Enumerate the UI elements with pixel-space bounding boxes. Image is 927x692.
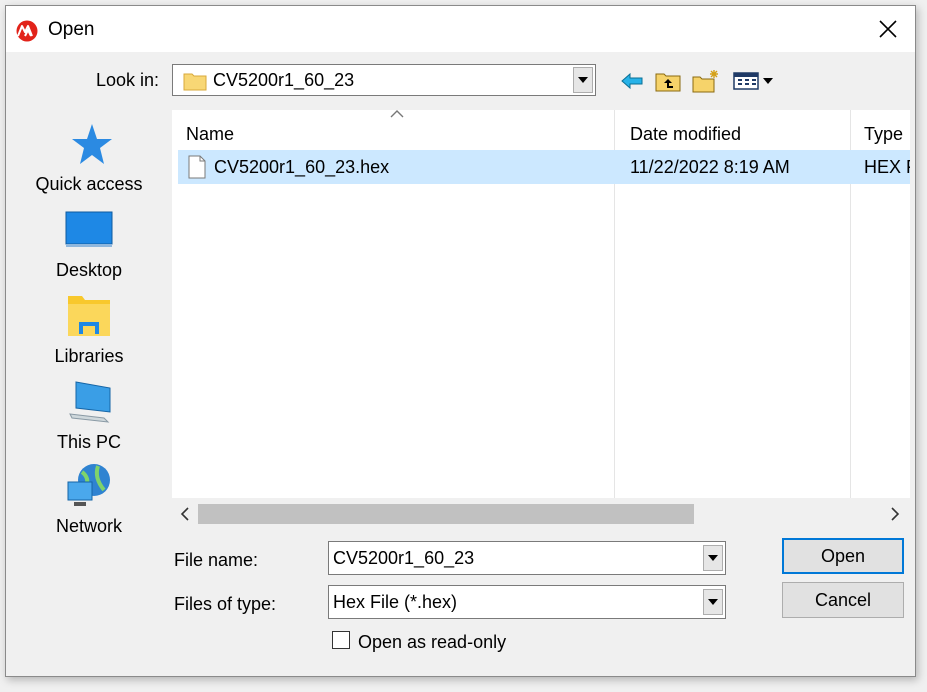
place-desktop[interactable]: Desktop <box>34 206 144 281</box>
scroll-left-icon[interactable] <box>178 506 192 522</box>
place-label: Quick access <box>35 174 143 194</box>
place-this-pc[interactable]: This PC <box>34 378 144 453</box>
up-folder-icon <box>655 73 681 92</box>
file-type-value: Hex File (*.hex) <box>333 592 458 612</box>
close-button[interactable] <box>869 12 907 46</box>
computer-icon <box>69 381 111 423</box>
column-header-name[interactable]: Name <box>178 110 614 152</box>
open-dialog: Open Look in: CV5200r1_60_23 Quick acces… <box>5 5 916 677</box>
column-header-type[interactable]: Type <box>856 110 910 152</box>
type-cell: HEX F <box>864 157 910 177</box>
cancel-button[interactable]: Cancel <box>782 582 904 618</box>
folder-icon <box>183 73 207 91</box>
up-one-level-button[interactable] <box>654 68 682 94</box>
files-of-type-label: Files of type: <box>174 594 277 614</box>
file-name-value: CV5200r1_60_23 <box>333 548 475 568</box>
new-folder-icon <box>692 70 718 93</box>
network-icon <box>67 464 110 506</box>
microchip-logo-icon <box>16 20 38 42</box>
horizontal-scrollbar[interactable] <box>172 498 910 530</box>
read-only-checkbox[interactable] <box>332 631 350 649</box>
look-in-label: Look in: <box>96 70 160 90</box>
scrollbar-thumb[interactable] <box>198 504 694 524</box>
read-only-label[interactable]: Open as read-only <box>358 632 506 653</box>
back-arrow-icon <box>621 72 643 90</box>
new-folder-button[interactable] <box>692 68 720 94</box>
place-label: Network <box>55 516 122 536</box>
desktop-icon <box>65 211 113 247</box>
file-name-input[interactable]: CV5200r1_60_23 <box>328 541 726 575</box>
title-bar: Open <box>6 6 915 52</box>
open-button[interactable]: Open <box>782 538 904 574</box>
places-bar: Quick access Desktop Libraries This PC N… <box>34 110 144 540</box>
scroll-right-icon[interactable] <box>888 506 902 522</box>
file-list[interactable]: Name Date modified Type CV5200r1_60_23.h… <box>172 110 910 530</box>
place-libraries[interactable]: Libraries <box>34 292 144 367</box>
chevron-down-icon[interactable] <box>573 67 593 93</box>
dialog-title: Open <box>48 19 95 40</box>
place-label: Libraries <box>54 346 124 366</box>
back-button[interactable] <box>618 68 646 94</box>
place-label: This PC <box>56 432 121 452</box>
close-icon <box>879 20 897 38</box>
column-header-date-modified[interactable]: Date modified <box>622 110 848 152</box>
file-type-dropdown[interactable]: Hex File (*.hex) <box>328 585 726 619</box>
view-menu-button[interactable] <box>730 68 778 94</box>
place-network[interactable]: Network <box>34 462 144 537</box>
file-icon <box>188 155 206 179</box>
table-row[interactable]: CV5200r1_60_23.hex 11/22/2022 8:19 AM HE… <box>178 150 910 184</box>
look-in-dropdown[interactable]: CV5200r1_60_23 <box>172 64 596 96</box>
chevron-down-icon[interactable] <box>703 589 723 615</box>
place-quick-access[interactable]: Quick access <box>34 120 144 195</box>
libraries-icon <box>68 296 110 336</box>
look-in-value: CV5200r1_60_23 <box>213 70 355 90</box>
file-name-label: File name: <box>174 550 259 570</box>
file-name-cell: CV5200r1_60_23.hex <box>214 157 390 177</box>
view-menu-icon <box>733 72 773 90</box>
date-modified-cell: 11/22/2022 8:19 AM <box>630 157 790 177</box>
place-label: Desktop <box>55 260 123 280</box>
star-icon <box>72 124 112 164</box>
chevron-down-icon[interactable] <box>703 545 723 571</box>
